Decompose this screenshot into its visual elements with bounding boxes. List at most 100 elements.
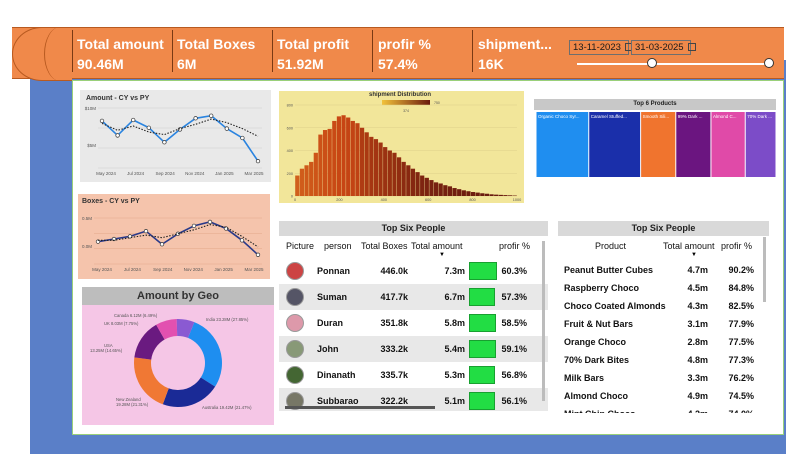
date-slider-end-handle[interactable] <box>764 58 774 68</box>
histogram-bar <box>480 193 485 196</box>
profit-pct-cell: 74.0% <box>716 409 754 413</box>
table-row[interactable]: Fruit & Nut Bars 3.1m 77.9% <box>558 317 769 335</box>
table-row[interactable]: John 333.2k 5.4m 59.1% <box>279 336 548 362</box>
table-horizontal-scrollbar[interactable] <box>285 406 435 409</box>
profit-pct-cell: 56.8% <box>501 370 527 380</box>
x-tick-label: Mar 2025 <box>244 171 264 176</box>
profit-pct-cell: 58.5% <box>501 318 527 328</box>
table-scrollbar[interactable] <box>763 237 766 302</box>
cy-data-point <box>240 135 245 141</box>
column-header-product[interactable]: Product <box>595 241 626 251</box>
product-block <box>711 112 745 177</box>
total-amount-cell: 4.7m <box>687 265 708 275</box>
total-amount-cell: 4.3m <box>687 301 708 311</box>
table-row[interactable]: Almond Choco 4.9m 74.5% <box>558 389 769 407</box>
column-header-total-boxes[interactable]: Total Boxes <box>361 241 408 251</box>
histogram-bar <box>346 117 351 196</box>
amount-cy-vs-py-chart: Amount - CY vs PY $10M $5M May 2024 Jul 202… <box>80 90 271 182</box>
histogram-bar <box>322 130 328 196</box>
end-date-text: 31-03-2025 <box>635 42 684 53</box>
table-row[interactable]: 70% Dark Bites 4.8m 77.3% <box>558 353 769 371</box>
x-tick-label: Nov 2024 <box>185 171 205 176</box>
column-header-picture[interactable]: Picture <box>286 241 314 251</box>
column-header-profit-pct[interactable]: profir % <box>721 241 752 251</box>
end-date-input[interactable]: 31-03-2025 <box>631 40 696 55</box>
date-slider-start-handle[interactable] <box>646 58 657 68</box>
column-header-total-amount[interactable]: Total amount <box>411 241 463 251</box>
histogram-bar <box>452 188 457 196</box>
person-name: Duran <box>317 318 344 328</box>
profit-pct-cell: 60.3% <box>501 266 527 276</box>
start-date-input[interactable]: 13-11-2023 <box>569 40 633 55</box>
cy-series-line <box>97 221 259 256</box>
legend-max-label: 750 <box>434 101 440 105</box>
table-row[interactable]: Raspberry Choco 4.5m 84.8% <box>558 281 769 299</box>
geo-slice <box>188 322 222 387</box>
top-products-table: Top Six People Product Total amount ▼ pr… <box>558 221 769 413</box>
histogram-bar <box>489 194 494 196</box>
product-name: Mint Chip Choco <box>564 409 636 413</box>
histogram-bar <box>396 157 402 196</box>
total-amount-cell: 4.5m <box>687 283 708 293</box>
sort-desc-icon[interactable]: ▼ <box>691 252 697 258</box>
table-row[interactable]: Orange Choco 2.8m 77.5% <box>558 335 769 353</box>
product-block-label: Organic Choco Syr... <box>538 114 580 119</box>
column-header-total-amount[interactable]: Total amount <box>663 241 715 251</box>
table-row[interactable]: Dinanath 335.7k 5.3m 56.8% <box>279 362 548 388</box>
person-name: Dinanath <box>317 370 356 380</box>
cy-data-point <box>159 242 165 247</box>
table-scrollbar[interactable] <box>542 241 545 401</box>
person-name: Suman <box>317 292 348 302</box>
histogram-bar <box>364 132 369 196</box>
total-boxes-cell: 417.7k <box>380 292 408 302</box>
person-name: Ponnan <box>317 266 350 276</box>
slice-label: UK 8.03M (7.75%) <box>104 321 139 326</box>
top-6-products-chart: Organic Choco Syr... Caramel Stuffed... Sm… <box>536 99 777 177</box>
geo-chart-title: Amount by Geo <box>82 287 274 305</box>
histogram-bar <box>359 127 365 196</box>
profit-pct-cell: 82.5% <box>728 301 754 311</box>
person-avatar <box>286 340 304 358</box>
column-header-person[interactable]: person <box>324 241 352 251</box>
profit-pct-cell: 77.9% <box>728 319 754 329</box>
table-row[interactable]: Duran 351.8k 5.8m 58.5% <box>279 310 548 336</box>
start-date-text: 13-11-2023 <box>573 42 621 53</box>
kpi-shipment-value: 16K <box>478 56 504 72</box>
table-row[interactable]: Milk Bars 3.3m 76.2% <box>558 371 769 389</box>
table-row[interactable]: Ponnan 446.0k 7.3m 60.3% <box>279 258 548 284</box>
kpi-profit-pct-label: profir % <box>378 36 431 52</box>
total-amount-cell: 4.8m <box>687 355 708 365</box>
total-amount-cell: 2.8m <box>687 337 708 347</box>
cy-data-point <box>209 113 214 118</box>
table-row[interactable]: Mint Chip Choco 4.2m 74.0% <box>558 407 769 413</box>
x-tick-label: Sep 2024 <box>153 267 173 272</box>
cy-data-point <box>99 118 105 124</box>
slice-label: 19.28M (21.31%) <box>116 402 149 407</box>
histogram-bar <box>443 185 448 196</box>
cy-data-point <box>193 116 198 121</box>
table-row[interactable]: Peanut Butter Cubes 4.7m 90.2% <box>558 263 769 281</box>
total-boxes-cell: 446.0k <box>380 266 408 276</box>
cy-data-point <box>224 126 229 131</box>
kpi-divider <box>272 30 273 72</box>
profit-bar <box>469 392 495 410</box>
geo-slice <box>162 377 216 407</box>
x-tick-label: 800 <box>469 198 475 202</box>
product-name: 70% Dark Bites <box>564 355 630 365</box>
date-slider-track[interactable] <box>577 63 769 65</box>
column-header-profit-pct[interactable]: profir % <box>499 241 530 251</box>
table-row[interactable]: Suman 417.7k 6.7m 57.3% <box>279 284 548 310</box>
table-row[interactable]: Choco Coated Almonds 4.3m 82.5% <box>558 299 769 317</box>
total-amount-cell: 4.9m <box>687 391 708 401</box>
profit-bar <box>469 314 496 332</box>
shipment-distribution-chart: shipment Distribution 374 750 0 200 400 600 80… <box>279 91 524 203</box>
x-tick-label: 0 <box>294 198 296 202</box>
total-amount-cell: 4.2m <box>668 409 708 413</box>
x-tick-label: 600 <box>425 198 431 202</box>
profit-pct-cell: 59.1% <box>501 344 527 354</box>
kpi-total-amount-label: Total amount <box>77 36 164 52</box>
histogram-bar <box>410 168 416 196</box>
boxes-cy-vs-py-chart: Boxes - CY vs PY 0.5M 0.0M May 2024 Jul 202… <box>78 194 270 279</box>
product-block-label: Almond C... <box>713 114 737 119</box>
shipment-histogram-plot: 37475002004006008000 200 400 600 800 1000 <box>287 100 521 202</box>
